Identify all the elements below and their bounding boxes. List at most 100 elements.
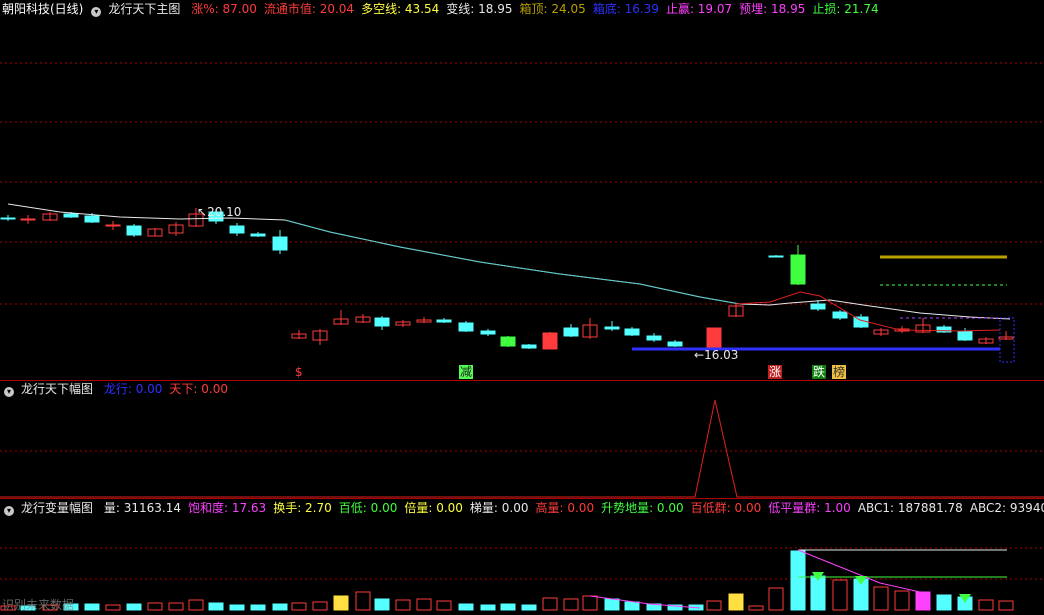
indicator-menu-icon[interactable]: ▾ <box>4 506 14 516</box>
volume-indicator-field: 换手: 2.70 <box>273 501 332 515</box>
volume-bar <box>521 604 537 611</box>
volume-bar <box>728 593 744 611</box>
volume-bar <box>126 603 142 611</box>
candle-body <box>20 218 36 221</box>
amplitude-line <box>0 399 1044 498</box>
volume-indicator-field: 升势地量: 0.00 <box>601 501 684 515</box>
candle-body <box>563 327 579 337</box>
main-indicator-field: 变线: 18.95 <box>446 2 513 16</box>
volume-bar <box>374 598 390 611</box>
volume-bar <box>250 604 266 611</box>
volume-bar <box>333 595 349 611</box>
main-candlestick-chart[interactable] <box>0 18 1044 380</box>
main-indicator-field: 预埋: 18.95 <box>739 2 806 16</box>
candle-body <box>436 319 452 323</box>
volume-bar <box>604 598 620 611</box>
candle-body <box>250 233 266 237</box>
volume-bar <box>147 602 163 611</box>
signal-rise: 涨 <box>768 365 783 379</box>
candle-body <box>272 236 288 251</box>
volume-indicator-field: ABC2: 93940.89 <box>969 501 1044 515</box>
volume-bar <box>832 579 848 611</box>
volume-bar <box>458 603 474 611</box>
signal-fall: 跌 <box>812 365 827 379</box>
main-panel-header: 朝阳科技(日线) ▾ 龙行天下主图 涨%: 87.00 流通市值: 20.04 多空线:… <box>0 0 1044 18</box>
volume-bar <box>480 604 496 611</box>
main-indicator-name[interactable]: 龙行天下主图 <box>108 2 180 16</box>
candle-body <box>706 327 722 349</box>
volume-bar <box>563 598 579 611</box>
main-indicator-field: 涨%: 87.00 <box>191 2 257 16</box>
candle-body <box>624 328 640 336</box>
indicator-menu-icon[interactable]: ▾ <box>91 7 102 17</box>
volume-indicator-field: ABC1: 187881.78 <box>857 501 963 515</box>
candle-body <box>646 335 662 341</box>
volume-bar <box>706 600 722 611</box>
candle-body <box>458 322 474 332</box>
low-price-label: ←16.03 <box>694 348 739 362</box>
volume-bar <box>768 587 784 611</box>
moving-average-down-segment <box>284 219 741 305</box>
volume-panel-header: ▾ 龙行变量幅图 量: 31163.14 饱和度: 17.63 换手: 2.70 百低:… <box>0 499 1044 517</box>
volume-bar <box>291 602 307 611</box>
volume-bar <box>790 550 806 611</box>
volume-bar <box>748 605 764 611</box>
volume-bar <box>894 590 910 611</box>
candle-body <box>542 332 558 350</box>
volume-bar <box>582 595 598 611</box>
footer-text: 识别未来数据 <box>2 598 75 612</box>
candle-body <box>126 225 142 236</box>
volume-bar <box>978 599 994 611</box>
candle-body <box>229 225 245 234</box>
candle-body <box>957 330 973 341</box>
candle-body <box>374 317 390 327</box>
volume-indicator-name[interactable]: 龙行变量幅图 <box>21 501 93 515</box>
volume-bar <box>312 601 328 611</box>
main-indicator-field: 止损: 21.74 <box>812 2 879 16</box>
main-indicator-field: 流通市值: 20.04 <box>263 2 355 16</box>
volume-bar <box>436 600 452 611</box>
candle-body <box>84 215 100 223</box>
signal-reduce: 减 <box>459 365 474 379</box>
volume-indicator-field: 倍量: 0.00 <box>404 501 463 515</box>
volume-bar <box>208 602 224 611</box>
volume-bar <box>229 604 245 611</box>
volume-bar <box>624 601 640 611</box>
volume-bar <box>936 594 952 611</box>
main-indicator-field: 箱底: 16.39 <box>592 2 659 16</box>
candle-body <box>768 255 784 258</box>
volume-bar <box>105 604 121 611</box>
candle-body <box>63 213 79 218</box>
main-indicator-field: 多空线: 43.54 <box>361 2 440 16</box>
volume-bar <box>188 599 204 611</box>
volume-bar <box>168 602 184 611</box>
volume-indicator-field: 饱和度: 17.63 <box>187 501 267 515</box>
candle-body <box>521 344 537 349</box>
volume-indicator-field: 低平量群: 1.00 <box>768 501 851 515</box>
volume-bar <box>84 603 100 611</box>
volume-bar <box>416 598 432 611</box>
volume-bar <box>395 599 411 611</box>
main-indicator-field: 止赢: 19.07 <box>665 2 733 16</box>
volume-bar <box>500 603 516 611</box>
volume-chart[interactable] <box>0 518 1044 615</box>
candle-body <box>810 303 826 310</box>
candle-body <box>853 316 869 328</box>
volume-indicator-field: 高量: 0.00 <box>535 501 595 515</box>
moving-average-line <box>7 203 1011 320</box>
main-indicator-field: 箱顶: 24.05 <box>519 2 586 16</box>
stock-title: 朝阳科技(日线) <box>2 2 84 16</box>
volume-indicator-values: 量: 31163.14 饱和度: 17.63 换手: 2.70 百低: 0.00 倍量:… <box>104 501 1044 515</box>
candle-body <box>0 217 16 220</box>
candle-body <box>604 326 620 330</box>
amplitude-chart[interactable] <box>0 380 1044 498</box>
volume-indicator-field: 量: 31163.14 <box>103 501 181 515</box>
high-price-label: ↖20.10 <box>197 205 242 219</box>
volume-bar <box>998 600 1014 611</box>
candle-body <box>105 224 121 227</box>
signal-dollar: $ <box>295 365 303 379</box>
candle-body <box>667 341 683 347</box>
volume-bar <box>355 591 371 611</box>
volume-indicator-field: 百低群: 0.00 <box>690 501 762 515</box>
volume-bar <box>873 586 889 611</box>
